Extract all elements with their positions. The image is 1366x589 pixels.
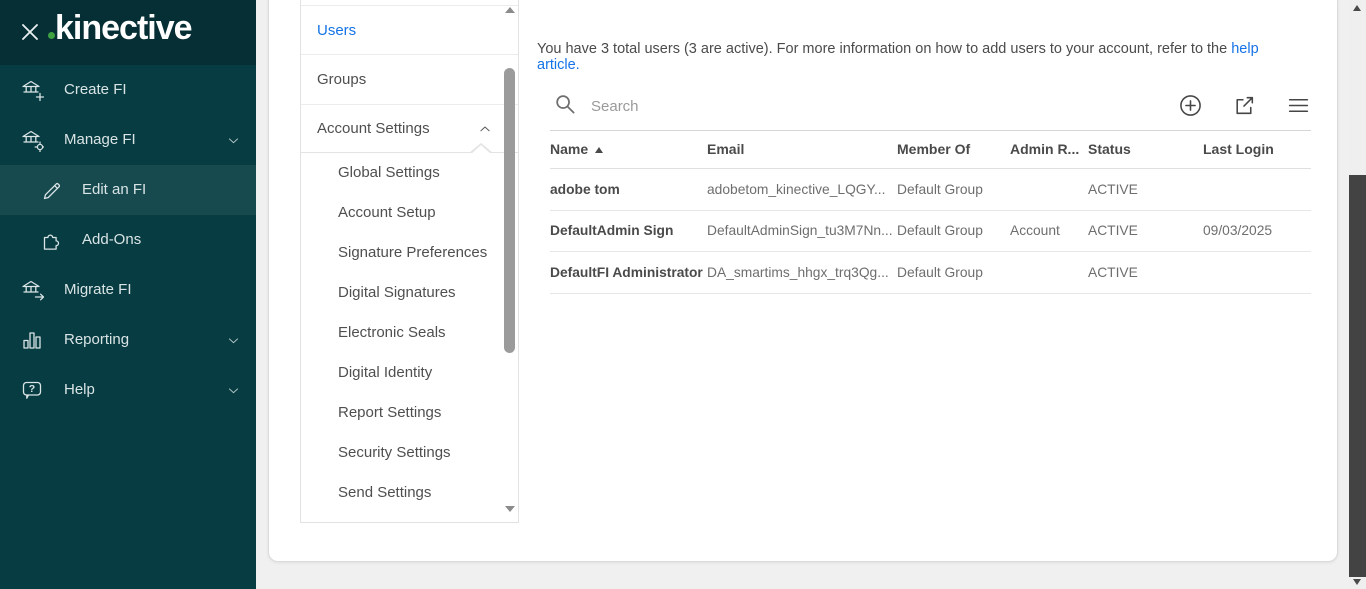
summary-text: You have 3 total users (3 are active). F… (537, 41, 1231, 57)
sidebar-item-label: Reporting (64, 315, 129, 365)
export-icon (1232, 93, 1257, 118)
subnav-item-users[interactable]: Users (301, 5, 518, 55)
cell-status: ACTIVE (1088, 182, 1203, 197)
column-header-member-of[interactable]: Member Of (897, 141, 1010, 157)
sort-ascending-icon (595, 147, 603, 153)
brand-logo: kinective (55, 9, 192, 48)
cell-member-of: Default Group (897, 265, 1010, 280)
users-summary-text: You have 3 total users (3 are active). F… (537, 41, 1297, 73)
bank-gear-icon (20, 128, 44, 152)
column-header-email[interactable]: Email (707, 141, 897, 157)
sidebar-item-label: Migrate FI (64, 265, 132, 315)
cell-email: DefaultAdminSign_tu3M7Nn... (707, 223, 897, 238)
table-row[interactable]: DefaultFI Administrator DA_smartims_hhgx… (550, 252, 1311, 294)
table-row[interactable]: adobe tom adobetom_kinective_LQGY... Def… (550, 169, 1311, 211)
bank-arrow-icon (20, 278, 44, 302)
column-header-last-login[interactable]: Last Login (1203, 141, 1311, 157)
users-toolbar (550, 82, 1311, 131)
cell-name: DefaultAdmin Sign (550, 223, 707, 238)
bar-chart-icon (20, 328, 44, 352)
cell-admin-role: Account (1010, 223, 1088, 238)
sidebar-item-help[interactable]: ? Help (0, 365, 256, 415)
users-table: Name Email Member Of Admin R... Status L… (550, 130, 1311, 294)
subnav-item-account-setup[interactable]: Account Setup (301, 193, 518, 233)
plus-circle-icon (1178, 93, 1203, 118)
column-header-admin-role[interactable]: Admin R... (1010, 141, 1088, 157)
subnav-item-label: Groups (317, 71, 366, 88)
subnav-scrollbar (503, 0, 516, 522)
cell-status: ACTIVE (1088, 265, 1203, 280)
subnav-scrollbar-thumb[interactable] (504, 68, 515, 353)
sidebar-item-label: Help (64, 365, 95, 415)
search-icon (554, 93, 577, 116)
scroll-up-arrow[interactable] (1353, 5, 1361, 11)
svg-text:?: ? (29, 383, 35, 395)
more-options-button[interactable] (1286, 93, 1311, 118)
column-header-status[interactable]: Status (1088, 141, 1203, 157)
column-header-name[interactable]: Name (550, 141, 707, 157)
subnav-item-signature-preferences[interactable]: Signature Preferences (301, 233, 518, 273)
cell-member-of: Default Group (897, 223, 1010, 238)
chevron-down-icon (226, 133, 241, 148)
logo-green-dot (48, 32, 55, 39)
sidebar-item-label: Manage FI (64, 115, 136, 165)
subnav-item-digital-signatures[interactable]: Digital Signatures (301, 273, 518, 313)
subnav-item-digital-identity[interactable]: Digital Identity (301, 353, 518, 393)
bank-plus-icon (20, 78, 44, 102)
puzzle-icon (40, 228, 64, 252)
cell-member-of: Default Group (897, 182, 1010, 197)
cell-status: ACTIVE (1088, 223, 1203, 238)
cell-name: DefaultFI Administrator (550, 265, 707, 280)
cell-email: adobetom_kinective_LQGY... (707, 182, 897, 197)
sidebar-item-label: Edit an FI (82, 165, 146, 215)
sidebar-item-reporting[interactable]: Reporting (0, 315, 256, 365)
sidebar-item-label: Create FI (64, 65, 127, 115)
subnav-item-groups[interactable]: Groups (301, 55, 518, 105)
close-icon[interactable] (16, 18, 44, 46)
sidebar-item-label: Add-Ons (82, 215, 141, 265)
chevron-down-icon (226, 333, 241, 348)
expanded-section-notch (469, 143, 493, 153)
pencil-icon (40, 178, 64, 202)
subnav-item-label: Account Settings (317, 120, 430, 137)
table-row[interactable]: DefaultAdmin Sign DefaultAdminSign_tu3M7… (550, 211, 1311, 253)
subnav-item-electronic-seals[interactable]: Electronic Seals (301, 313, 518, 353)
subnav-item-send-settings[interactable]: Send Settings (301, 473, 518, 513)
cell-name: adobe tom (550, 182, 707, 197)
chevron-up-icon (478, 122, 492, 136)
chevron-down-icon (226, 383, 241, 398)
help-bubble-icon: ? (20, 378, 44, 402)
sidebar-item-migrate-fi[interactable]: Migrate FI (0, 265, 256, 315)
settings-subnav: Users Groups Account Settings Global Set… (300, 0, 519, 523)
scroll-up-arrow[interactable] (505, 7, 515, 13)
scroll-down-arrow[interactable] (1353, 579, 1361, 585)
sidebar-item-add-ons[interactable]: Add-Ons (0, 215, 256, 265)
sidebar-item-edit-an-fi[interactable]: Edit an FI (0, 165, 256, 215)
sidebar-header: kinective (0, 0, 256, 65)
sidebar-item-create-fi[interactable]: Create FI (0, 65, 256, 115)
subnav-item-report-settings[interactable]: Report Settings (301, 393, 518, 433)
sidebar-item-manage-fi[interactable]: Manage FI (0, 115, 256, 165)
toolbar-buttons (1178, 93, 1311, 118)
page-scrollbar-thumb[interactable] (1349, 175, 1366, 577)
page-scrollbar (1349, 0, 1366, 589)
add-user-button[interactable] (1178, 93, 1203, 118)
column-header-label: Name (550, 141, 588, 157)
subnav-item-security-settings[interactable]: Security Settings (301, 433, 518, 473)
cell-last-login: 09/03/2025 (1203, 223, 1311, 238)
primary-sidebar: kinective Create FI Manage FI Edit an FI… (0, 0, 256, 589)
export-button[interactable] (1232, 93, 1257, 118)
scroll-down-arrow[interactable] (505, 506, 515, 512)
table-header-row: Name Email Member Of Admin R... Status L… (550, 130, 1311, 169)
hamburger-menu-icon (1286, 93, 1311, 118)
subnav-item-label: Users (317, 22, 356, 39)
subnav-item-global-settings[interactable]: Global Settings (301, 153, 518, 193)
search-input[interactable] (589, 92, 913, 120)
cell-email: DA_smartims_hhgx_trq3Qg... (707, 265, 897, 280)
